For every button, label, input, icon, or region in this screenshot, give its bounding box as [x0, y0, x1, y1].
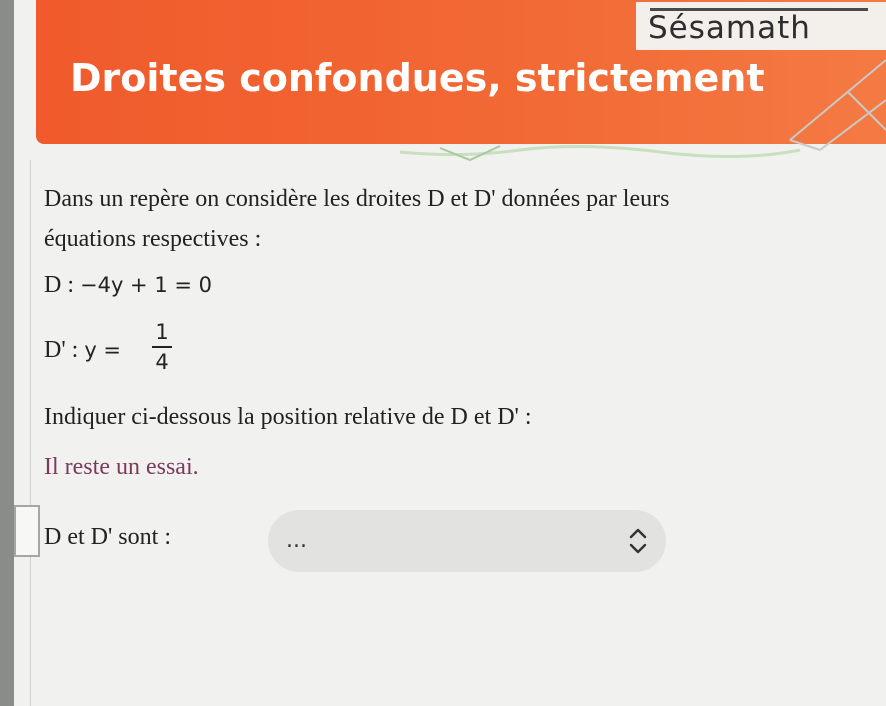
- equation-d-math: −4y + 1 = 0: [80, 273, 212, 297]
- fraction-bar: [152, 346, 172, 348]
- attempts-remaining: Il reste un essai.: [44, 454, 199, 480]
- fraction-numerator: 1: [155, 320, 169, 344]
- equation-dprime-label: D' :: [44, 337, 85, 363]
- instruction: Indiquer ci-dessous la position relative…: [44, 404, 532, 430]
- answer-select-value: ...: [286, 528, 307, 553]
- equation-d: D : −4y + 1 = 0: [44, 272, 212, 299]
- answer-checkbox[interactable]: [14, 505, 40, 557]
- equation-dprime: D' : y =: [44, 337, 121, 364]
- exercise-content: Dans un repère on considère les droites …: [0, 0, 886, 706]
- intro-line-1: Dans un repère on considère les droites …: [44, 186, 670, 212]
- intro-line-2: équations respectives :: [44, 226, 262, 252]
- equation-dprime-lhs: y =: [84, 338, 122, 362]
- equation-d-label: D :: [44, 272, 80, 298]
- equation-dprime-fraction: 1 4: [152, 320, 172, 374]
- up-down-chevron-icon: [629, 528, 647, 554]
- answer-label: D et D' sont :: [44, 524, 171, 550]
- answer-select[interactable]: ...: [268, 510, 666, 572]
- fraction-denominator: 4: [155, 350, 169, 374]
